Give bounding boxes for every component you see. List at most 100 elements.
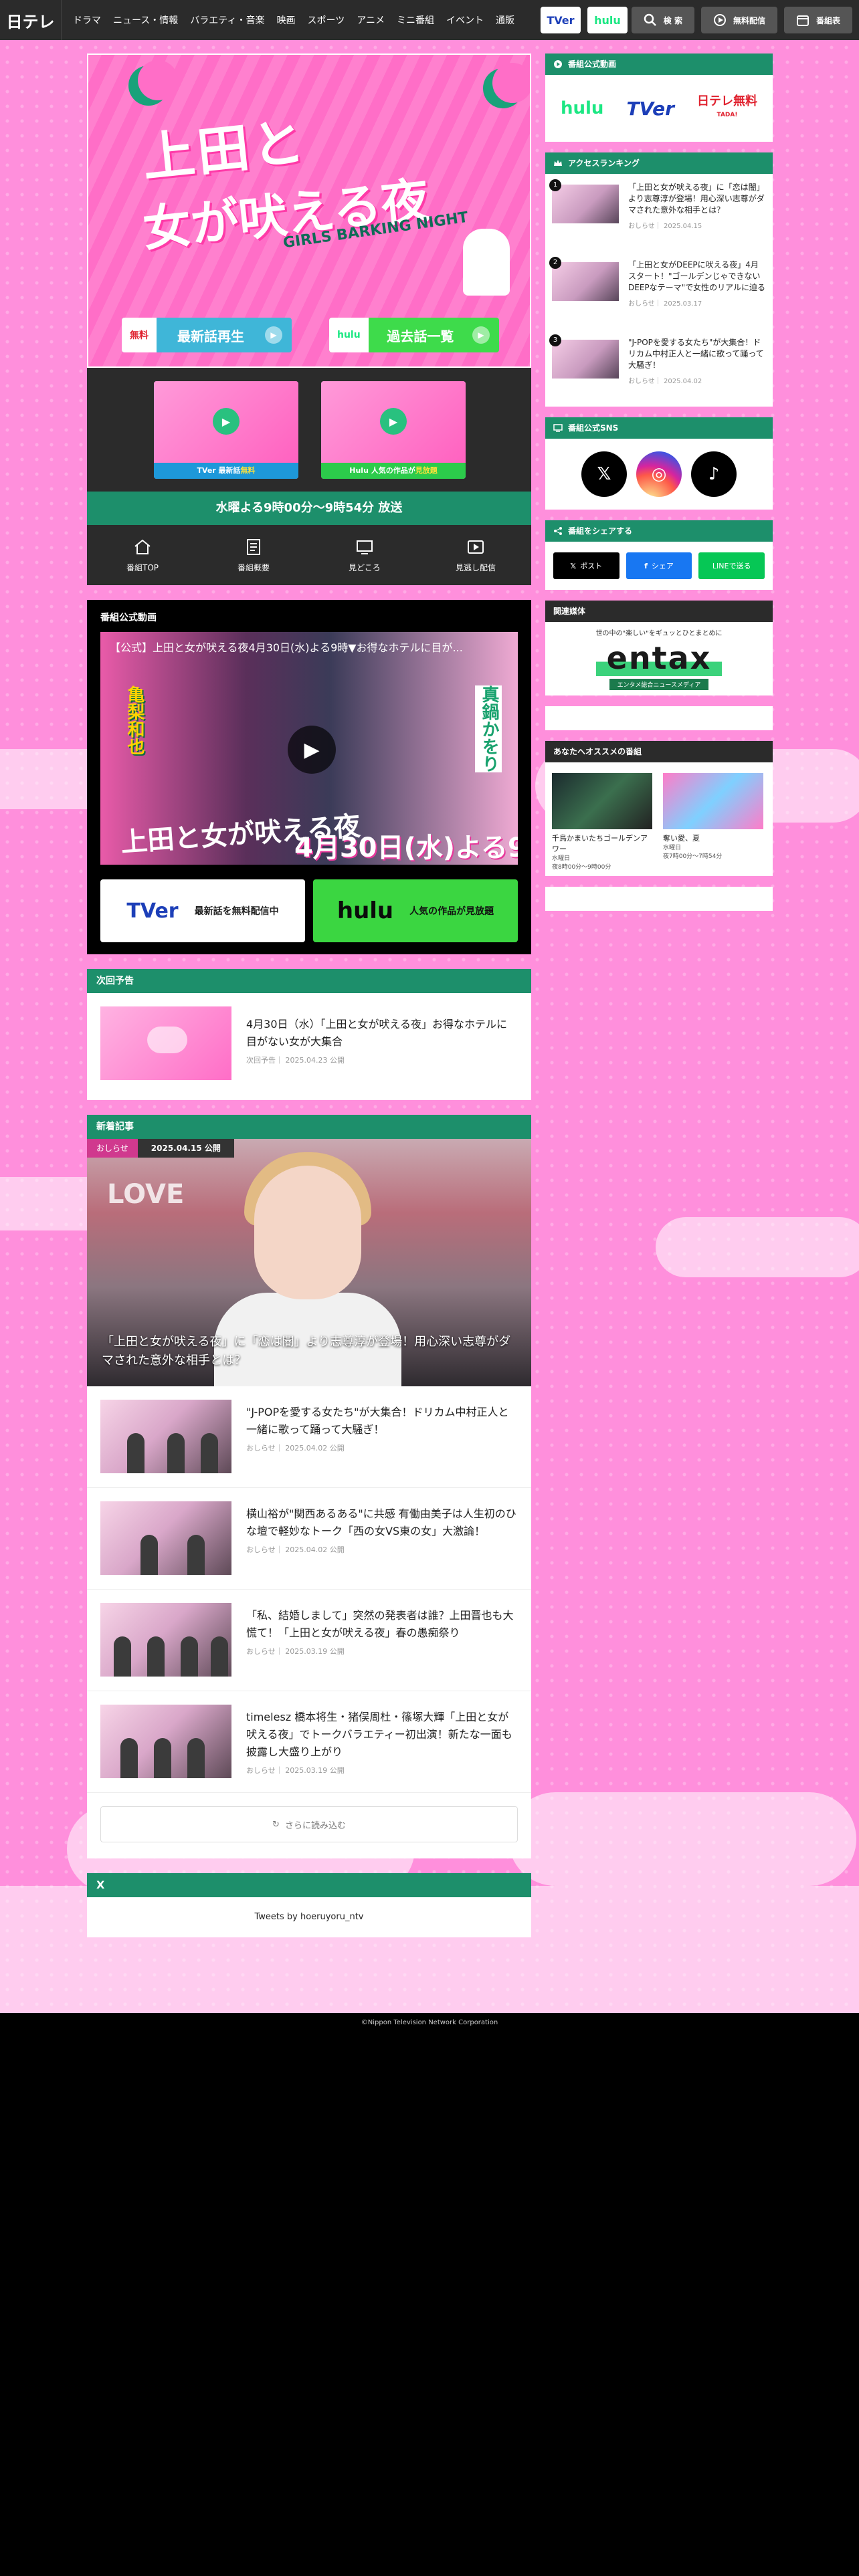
entax-tagline: 世の中の"楽しい"をギュッとひとまとめに xyxy=(595,630,723,637)
hulu-stream-button[interactable]: hulu 人気の作品が見放題 xyxy=(313,879,518,942)
airtime-banner: 水曜よる9時00分〜9時54分 放送 xyxy=(87,492,531,525)
subnav-top[interactable]: 番組TOP xyxy=(87,525,198,585)
side-official-video-heading: 番組公式動画 xyxy=(568,60,617,69)
ranking-item[interactable]: 3 "J-POPを愛する女たち"が大集合！ドリカム中村正人と一緒に歌って踊って大… xyxy=(545,329,773,407)
ranking-title: 「上田と女がDEEPに吠える夜」4月スタート！"ゴールデンじゃできないDEEPな… xyxy=(628,260,766,292)
recommended-thumbnail xyxy=(663,773,763,829)
hulu-link[interactable]: hulu xyxy=(587,7,628,33)
recommended-time: 夜7時00分〜7時54分 xyxy=(663,853,723,860)
menu-event[interactable]: イベント xyxy=(440,13,490,27)
schedule-button[interactable]: 番組表 xyxy=(783,7,852,33)
tver-link[interactable]: TVer xyxy=(540,7,581,33)
next-preview-thumbnail xyxy=(100,1006,231,1080)
next-preview-item[interactable]: 4月30日（水）「上田と女が吠える夜」お得なホテルに目がない女が大集合 次回予告… xyxy=(87,993,531,1100)
hulu-promo-highlight: 見放題 xyxy=(415,466,438,475)
side-tver-link[interactable]: TVer xyxy=(626,98,674,120)
side-hulu-link[interactable]: hulu xyxy=(561,98,603,118)
arrow-right-icon: ▶ xyxy=(472,326,490,344)
related-heading: 関連媒体 xyxy=(545,601,773,622)
menu-sports[interactable]: スポーツ xyxy=(301,13,351,27)
ad-slot xyxy=(545,887,773,911)
article-meta: おしらせ｜ 2025.04.02 公開 xyxy=(246,1444,345,1453)
ranking-item[interactable]: 2 「上田と女がDEEPに吠える夜」4月スタート！"ゴールデンじゃできないDEE… xyxy=(545,251,773,329)
mascot-illustration xyxy=(463,229,510,296)
subnav-overview[interactable]: 番組概要 xyxy=(198,525,309,585)
play-circle-icon xyxy=(713,14,726,26)
tver-stream-button[interactable]: TVer 最新話を無料配信中 xyxy=(100,879,305,942)
article-thumbnail xyxy=(100,1705,231,1778)
related-media: 関連媒体 世の中の"楽しい"をギュッとひとまとめに entax エンタメ総合ニュ… xyxy=(545,601,773,695)
menu-news[interactable]: ニュース・情報 xyxy=(107,13,184,27)
share-section: 番組をシェアする 𝕏 ポスト f シェア LINEで送る xyxy=(545,520,773,590)
tver-promo-card[interactable]: ▶ TVer 最新話無料 xyxy=(154,381,298,479)
hulu-promo-caption: Hulu 人気の作品が xyxy=(349,466,415,475)
video-air-date: 4月30日(水)よる9時 xyxy=(294,833,518,863)
subnav-catchup[interactable]: 見逃し配信 xyxy=(420,525,531,585)
feature-article[interactable]: LOVE おしらせ 2025.04.15 公開 「上田と女が吠える夜」に「恋は闇… xyxy=(87,1139,531,1386)
recommended-item[interactable]: 奪い愛、夏 水曜日 夜7時00分〜7時54分 xyxy=(663,773,763,865)
tiktok-icon[interactable]: ♪ xyxy=(691,451,737,497)
free-stream-button[interactable]: 無料配信 xyxy=(700,7,777,33)
share-facebook-button[interactable]: f シェア xyxy=(626,552,692,579)
list-item[interactable]: timelesz 橋本将生・猪俣周杜・篠塚大輝「上田と女が吠える夜」でトークバラ… xyxy=(87,1691,531,1793)
latest-episode-button[interactable]: 無料 最新話再生 ▶ xyxy=(122,318,292,352)
official-video-section: 番組公式動画 【公式】上田と女が吠える夜4月30日(水)よる9時▼お得なホテルに… xyxy=(87,600,531,954)
past-episodes-button[interactable]: hulu 過去話一覧 ▶ xyxy=(329,318,499,352)
share-icon xyxy=(554,527,562,535)
share-x-button[interactable]: 𝕏 ポスト xyxy=(553,552,619,579)
moon-icon xyxy=(483,63,530,108)
subnav-top-label: 番組TOP xyxy=(126,562,159,572)
official-video-heading: 番組公式動画 xyxy=(100,613,157,623)
side-ntv-free-link[interactable]: 日テレ無料 TADA! xyxy=(697,95,757,122)
menu-shopping[interactable]: 通販 xyxy=(490,13,520,27)
hulu-promo-card[interactable]: ▶ Hulu 人気の作品が見放題 xyxy=(321,381,466,479)
tver-promo-highlight: 無料 xyxy=(240,466,256,475)
menu-movie[interactable]: 映画 xyxy=(270,13,301,27)
access-ranking: アクセスランキング 1 「上田と女が吠える夜」に「恋は闇」より志尊淳が登場！用心… xyxy=(545,152,773,407)
list-item[interactable]: 「私、結婚しまして」突然の発表者は誰？上田晋也も大慌て！「上田と女が吠える夜」春… xyxy=(87,1590,531,1691)
schedule-label: 番組表 xyxy=(816,15,840,25)
news-list: "J-POPを愛する女たち"が大集合！ドリカム中村正人と一緒に歌って踊って大騒ぎ… xyxy=(87,1386,531,1793)
share-heading: 番組をシェアする xyxy=(568,526,633,536)
feature-date: 2025.04.15 公開 xyxy=(137,1139,234,1158)
article-thumbnail xyxy=(100,1400,231,1473)
next-preview-category: 次回予告 xyxy=(246,1056,276,1065)
recommended-time: 夜8時00分〜9時00分 xyxy=(552,864,611,871)
x-icon[interactable]: 𝕏 xyxy=(581,451,627,497)
recommended-item[interactable]: 千鳥かまいたちゴールデンアワー 水曜日 夜8時00分〜9時00分 xyxy=(552,773,652,871)
share-x-label: ポスト xyxy=(580,562,603,570)
ntv-logo[interactable]: 日テレ xyxy=(0,0,62,40)
side-ntv-free-label: 日テレ無料 xyxy=(696,94,757,108)
menu-drama[interactable]: ドラマ xyxy=(67,13,107,27)
share-line-button[interactable]: LINEで送る xyxy=(698,552,765,579)
official-video-player[interactable]: 【公式】上田と女が吠える夜4月30日(水)よる9時▼お得なホテルに目が... 亀… xyxy=(100,632,518,865)
list-item[interactable]: "J-POPを愛する女たち"が大集合！ドリカム中村正人と一緒に歌って踊って大騒ぎ… xyxy=(87,1386,531,1488)
search-button[interactable]: 検 索 xyxy=(631,7,694,33)
ranking-title: "J-POPを愛する女たち"が大集合！ドリカム中村正人と一緒に歌って踊って大騒ぎ… xyxy=(628,338,764,370)
subnav-highlights[interactable]: 見どころ xyxy=(309,525,420,585)
ranking-thumbnail xyxy=(552,340,619,379)
article-title: 「私、結婚しまして」突然の発表者は誰？上田晋也も大慌て！「上田と女が吠える夜」春… xyxy=(246,1609,514,1639)
entax-banner[interactable]: 世の中の"楽しい"をギュッとひとまとめに entax エンタメ総合ニュースメディ… xyxy=(545,622,773,695)
nav-actions: 検 索 無料配信 番組表 xyxy=(631,7,852,33)
ranking-item[interactable]: 1 「上田と女が吠える夜」に「恋は闇」より志尊淳が登場！用心深い志尊がダマされた… xyxy=(545,174,773,251)
hulu-tag: hulu xyxy=(329,318,369,352)
subnav-catchup-label: 見逃し配信 xyxy=(455,562,496,572)
recommended-day: 水曜日 xyxy=(552,855,571,862)
ranking-meta: おしらせ｜ 2025.04.15 xyxy=(628,223,702,230)
load-more-label: さらに読み込む xyxy=(284,1820,346,1831)
menu-mini[interactable]: ミニ番組 xyxy=(391,13,440,27)
article-meta: おしらせ｜ 2025.04.02 公開 xyxy=(246,1545,345,1554)
rank-number: 3 xyxy=(549,334,561,346)
play-button-icon[interactable]: ▶ xyxy=(288,726,336,774)
x-timeline-link[interactable]: Tweets by hoeruyoru_ntv xyxy=(87,1897,531,1937)
streaming-promo: ▶ TVer 最新話無料 ▶ Hulu 人気の作品が見放題 xyxy=(87,368,531,492)
footer-copyright: ©Nippon Television Network Corporation xyxy=(0,2013,859,2033)
list-item[interactable]: 横山裕が"関西あるある"に共感 有働由美子は人生初のひな壇で軽妙なトーク「西の女… xyxy=(87,1488,531,1590)
menu-anime[interactable]: アニメ xyxy=(351,13,391,27)
menu-variety[interactable]: バラエティ・音楽 xyxy=(184,13,270,27)
load-more-button[interactable]: ↻ さらに読み込む xyxy=(100,1806,518,1842)
instagram-icon[interactable]: ◎ xyxy=(636,451,682,497)
feature-title: 「上田と女が吠える夜」に「恋は闇」より志尊淳が登場！用心深い志尊がダマされた意外… xyxy=(102,1335,511,1368)
side-column: 番組公式動画 hulu TVer 日テレ無料 TADA! アクセスランキング 1 … xyxy=(545,53,773,922)
